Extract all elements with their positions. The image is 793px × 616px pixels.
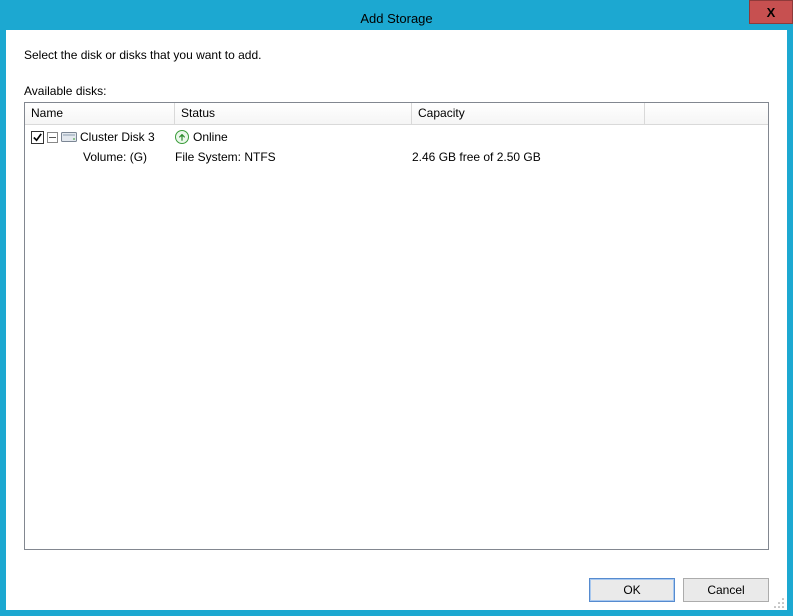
cancel-button[interactable]: Cancel [683,578,769,602]
close-button[interactable]: X [749,0,793,24]
online-status-icon [175,130,189,144]
checkmark-icon [32,132,43,143]
table-row[interactable]: Volume: (G) File System: NTFS 2.46 GB fr… [25,147,768,167]
dialog-footer: OK Cancel [6,564,787,610]
volume-capacity: 2.46 GB free of 2.50 GB [412,150,645,164]
table-row[interactable]: Cluster Disk 3 Online [25,127,768,147]
column-headers: Name Status Capacity [25,103,768,125]
cell-status: Online [175,130,412,144]
column-header-status[interactable]: Status [175,103,412,124]
instruction-text: Select the disk or disks that you want t… [24,48,769,62]
column-header-spacer[interactable] [645,103,768,124]
title-bar[interactable]: Add Storage X [6,6,787,30]
cell-name: Cluster Disk 3 [31,130,175,144]
resize-grip[interactable] [773,596,785,608]
content-area: Select the disk or disks that you want t… [6,30,787,564]
disk-status: Online [193,130,228,144]
column-header-capacity[interactable]: Capacity [412,103,645,124]
disk-name: Cluster Disk 3 [80,130,155,144]
dialog-window: Add Storage X Select the disk or disks t… [0,0,793,616]
list-body: Cluster Disk 3 Online Volume: (G) File S… [25,125,768,549]
disk-icon [61,130,77,144]
tree-collapse-toggle[interactable] [47,132,58,143]
column-header-name[interactable]: Name [25,103,175,124]
close-icon: X [767,5,776,20]
minus-icon [48,133,57,142]
ok-button[interactable]: OK [589,578,675,602]
volume-status: File System: NTFS [175,150,412,164]
volume-name: Volume: (G) [31,150,175,164]
list-label: Available disks: [24,84,769,98]
window-title: Add Storage [360,11,432,26]
row-checkbox[interactable] [31,131,44,144]
disk-list[interactable]: Name Status Capacity [24,102,769,550]
resize-grip-icon [773,597,785,609]
